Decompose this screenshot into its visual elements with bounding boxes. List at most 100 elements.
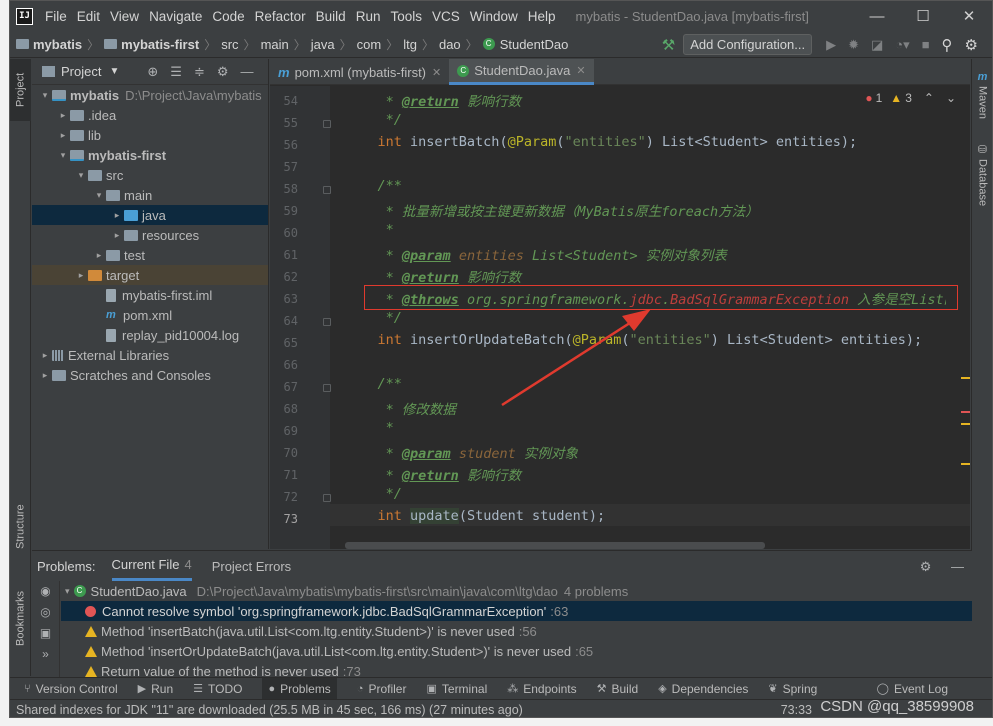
structure-tool-tab[interactable]: Structure xyxy=(10,497,31,557)
tool-window-button-dependencies[interactable]: ◈ Dependencies xyxy=(658,678,748,700)
chevron-right-icon[interactable]: ▸ xyxy=(56,130,70,141)
tool-window-button-spring[interactable]: ❦ Spring xyxy=(768,678,817,700)
tree-node[interactable]: ▸ java xyxy=(32,205,268,225)
warning-mark[interactable] xyxy=(961,377,970,379)
debug-icon[interactable]: ✹ xyxy=(848,37,859,53)
inspection-widget[interactable]: ● 1 ▲ 3 ⌃ ⌄ xyxy=(865,91,956,105)
intellij-logo-icon[interactable]: IJ xyxy=(16,7,33,25)
chevron-down-icon[interactable]: ▾ xyxy=(92,190,106,201)
event-log-button[interactable]: ◯ Event Log xyxy=(877,678,948,700)
code-line[interactable]: int update(Student student); xyxy=(345,508,605,530)
hide-panel-icon[interactable]: — xyxy=(241,64,254,80)
tool-window-button-build[interactable]: ⚒ Build xyxy=(597,678,639,700)
tree-node[interactable]: ▸ target xyxy=(32,265,268,285)
tool-window-button-run[interactable]: ▶ Run xyxy=(138,678,173,700)
fold-marker-icon[interactable] xyxy=(323,318,331,326)
chevron-down-icon[interactable]: ▾ xyxy=(74,170,88,181)
editor-tab[interactable]: C StudentDao.java ✕ xyxy=(449,59,594,85)
chevron-down-icon[interactable]: ▼ xyxy=(109,66,119,77)
code-line[interactable]: */ xyxy=(345,112,402,134)
problem-row[interactable]: Cannot resolve symbol 'org.springframewo… xyxy=(61,601,972,621)
chevron-up-icon[interactable]: ⌃ xyxy=(924,91,934,105)
menu-item-refactor[interactable]: Refactor xyxy=(255,9,306,24)
menu-item-tools[interactable]: Tools xyxy=(390,9,422,24)
code-line[interactable]: /** xyxy=(345,376,402,398)
code-line[interactable]: * 修改数据 xyxy=(345,398,456,420)
tree-node[interactable]: ▾ mybatis-first xyxy=(32,145,268,165)
tree-node[interactable]: mybatis-first.iml xyxy=(32,285,268,305)
tree-node[interactable]: ▸ resources xyxy=(32,225,268,245)
menu-item-view[interactable]: View xyxy=(110,9,139,24)
editor-tab[interactable]: m pom.xml (mybatis-first) ✕ xyxy=(270,59,449,85)
build-hammer-icon[interactable]: ⚒ xyxy=(662,36,675,54)
auto-scroll-icon[interactable]: ◉ xyxy=(32,584,59,598)
menu-item-navigate[interactable]: Navigate xyxy=(149,9,202,24)
code-line[interactable]: */ xyxy=(345,310,402,332)
menu-item-build[interactable]: Build xyxy=(316,9,346,24)
breadcrumb-item[interactable]: com xyxy=(357,37,382,52)
menu-item-run[interactable]: Run xyxy=(356,9,381,24)
tree-node[interactable]: replay_pid10004.log xyxy=(32,325,268,345)
breadcrumb-item[interactable]: mybatis xyxy=(16,37,82,52)
search-icon[interactable]: ⚲ xyxy=(942,36,953,54)
chevron-right-icon[interactable]: ▸ xyxy=(56,110,70,121)
tool-window-button-version-control[interactable]: ⑂ Version Control xyxy=(24,678,118,700)
menu-item-help[interactable]: Help xyxy=(528,9,556,24)
chevron-right-icon[interactable]: ▸ xyxy=(38,370,52,381)
filter-icon[interactable]: ▣ xyxy=(32,626,59,640)
tree-node[interactable]: ▸ test xyxy=(32,245,268,265)
maximize-button[interactable]: ☐ xyxy=(900,1,946,31)
warning-mark[interactable] xyxy=(961,423,970,425)
profile-icon[interactable]: ◔▾ xyxy=(895,37,909,53)
problems-tab[interactable]: Project Errors xyxy=(212,551,291,581)
tree-node[interactable]: ▾ src xyxy=(32,165,268,185)
tool-window-button-profiler[interactable]: ◔ Profiler xyxy=(357,678,407,700)
coverage-icon[interactable]: ◪ xyxy=(871,37,883,53)
fold-marker-icon[interactable] xyxy=(323,384,331,392)
more-icon[interactable]: » xyxy=(32,647,59,661)
stop-icon[interactable]: ■ xyxy=(922,37,930,52)
problem-row[interactable]: Method 'insertBatch(java.util.List<com.l… xyxy=(61,621,972,641)
chevron-down-icon[interactable]: ▾ xyxy=(56,150,70,161)
expand-all-icon[interactable]: ☰ xyxy=(170,64,182,80)
tree-node[interactable]: ▸ lib xyxy=(32,125,268,145)
run-icon[interactable]: ▶ xyxy=(826,37,836,53)
fold-marker-icon[interactable] xyxy=(323,186,331,194)
tree-node[interactable]: ▾ mybatis D:\Project\Java\mybatis xyxy=(32,85,268,105)
code-line[interactable]: /** xyxy=(345,178,402,200)
breadcrumb-item[interactable]: src xyxy=(221,37,238,52)
breadcrumb-item[interactable]: dao xyxy=(439,37,461,52)
breadcrumb-item[interactable]: java xyxy=(311,37,335,52)
close-icon[interactable]: ✕ xyxy=(432,66,441,79)
breadcrumb-item[interactable]: main xyxy=(261,37,289,52)
menu-item-file[interactable]: File xyxy=(45,9,67,24)
error-mark[interactable] xyxy=(961,411,970,413)
code-line[interactable]: * @return 影响行数 xyxy=(345,90,521,112)
status-message[interactable]: Shared indexes for JDK "11" are download… xyxy=(16,703,523,717)
hide-panel-icon[interactable]: — xyxy=(951,559,964,574)
tool-window-button-problems[interactable]: ● Problems xyxy=(262,677,337,700)
code-area[interactable]: * @return 影响行数 */ int insertBatch(@Param… xyxy=(345,86,946,549)
locate-file-icon[interactable]: ⊕ xyxy=(147,64,158,80)
chevron-down-icon[interactable]: ⌄ xyxy=(946,91,956,105)
settings-gear-icon[interactable]: ⚙ xyxy=(217,64,229,80)
settings-gear-icon[interactable]: ⚙ xyxy=(965,36,978,54)
problem-row[interactable]: Return value of the method is never used… xyxy=(61,661,972,677)
code-line[interactable]: * 批量新增或按主键更新数据（MyBatis原生foreach方法） xyxy=(345,200,759,222)
bookmarks-tool-tab[interactable]: Bookmarks xyxy=(10,583,31,653)
code-line[interactable]: * @param student 实例对象 xyxy=(345,442,578,464)
chevron-right-icon[interactable]: ▸ xyxy=(38,350,52,361)
chevron-right-icon[interactable]: ▸ xyxy=(74,270,88,281)
menu-item-vcs[interactable]: VCS xyxy=(432,9,460,24)
chevron-right-icon[interactable]: ▸ xyxy=(110,230,124,241)
chevron-down-icon[interactable]: ▾ xyxy=(38,90,52,101)
code-line[interactable]: */ xyxy=(345,486,402,508)
code-line[interactable]: * @param entities List<Student> 实例对象列表 xyxy=(345,244,727,266)
menu-item-edit[interactable]: Edit xyxy=(77,9,100,24)
code-line[interactable]: * @return 影响行数 xyxy=(345,464,521,486)
breadcrumb-item[interactable]: mybatis-first xyxy=(104,37,199,52)
tree-node[interactable]: ▸ .idea xyxy=(32,105,268,125)
warning-mark[interactable] xyxy=(961,463,970,465)
add-configuration-button[interactable]: Add Configuration... xyxy=(683,34,813,55)
fold-marker-icon[interactable] xyxy=(323,494,331,502)
